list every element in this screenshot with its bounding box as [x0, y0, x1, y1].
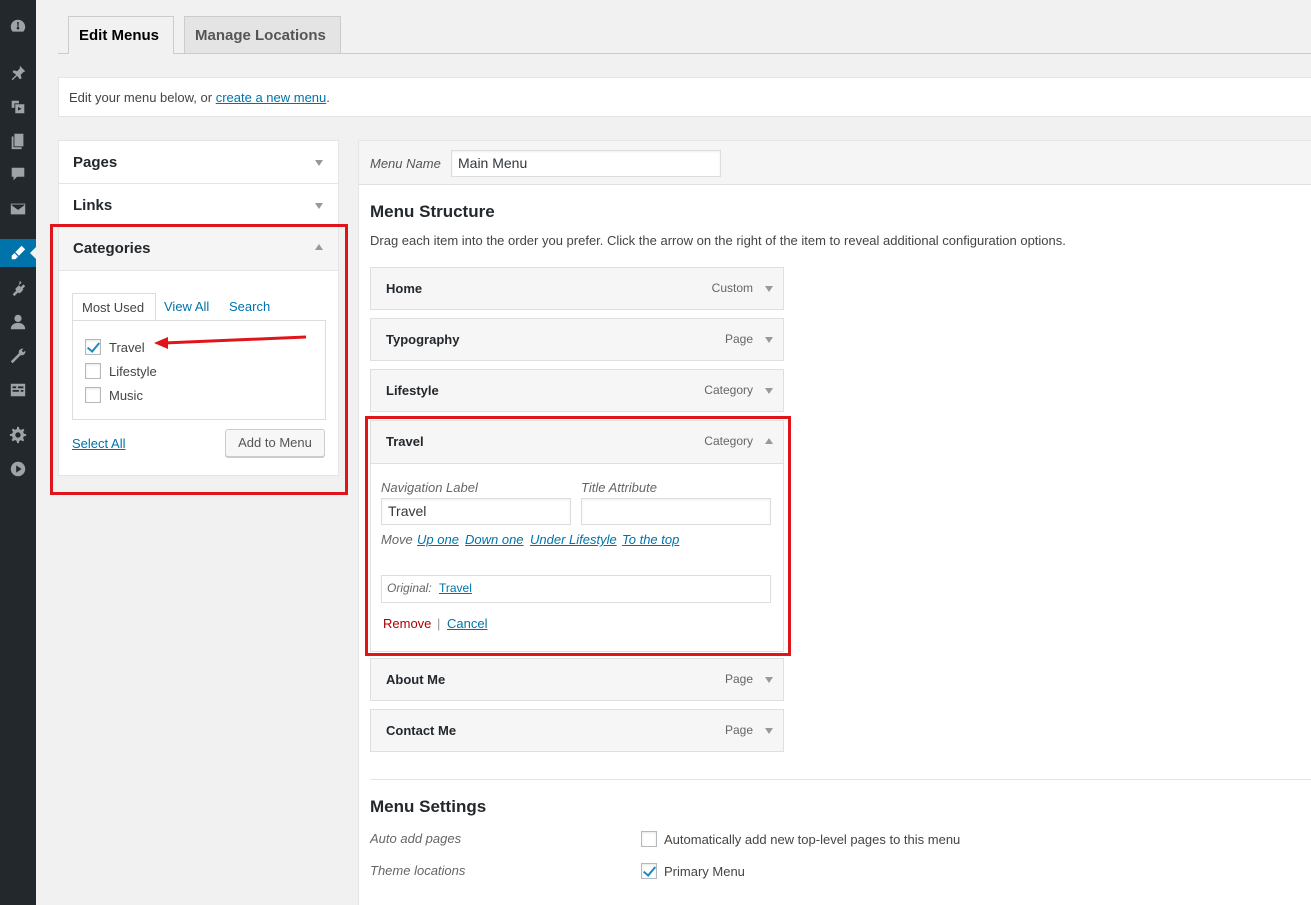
annotation-box-travel-item [365, 416, 791, 656]
dashboard-icon[interactable] [0, 12, 36, 40]
menu-item-title: Home [386, 281, 423, 296]
menu-item-type: Page [724, 332, 753, 346]
appearance-icon[interactable] [0, 239, 36, 267]
chevron-down-icon[interactable] [765, 388, 773, 394]
auto-add-pages-option[interactable]: Automatically add new top-level pages to… [641, 831, 960, 847]
play-icon[interactable] [0, 455, 36, 483]
menu-item-type: Category [704, 383, 753, 397]
annotation-box-categories [50, 224, 348, 495]
tab-manage-locations[interactable]: Manage Locations [184, 16, 341, 53]
menu-item-type: Custom [711, 281, 753, 295]
settings-alt-icon[interactable] [0, 376, 36, 404]
menu-item-type: Page [724, 672, 753, 686]
media-icon[interactable] [0, 93, 36, 121]
menu-name-header: Menu Name Main Menu [359, 141, 1311, 185]
users-icon[interactable] [0, 308, 36, 336]
menu-structure-title: Menu Structure [370, 202, 495, 221]
menu-item-title: About Me [386, 672, 446, 687]
menu-structure-description: Drag each item into the order you prefer… [370, 233, 1066, 248]
chevron-down-icon[interactable] [765, 677, 773, 683]
chevron-down-icon[interactable] [765, 286, 773, 292]
auto-add-pages-label: Auto add pages [370, 831, 462, 846]
menu-settings-title: Menu Settings [370, 797, 487, 816]
auto-add-pages-checkbox[interactable] [641, 831, 657, 847]
chevron-down-icon[interactable] [765, 728, 773, 734]
menu-name-label: Menu Name [370, 156, 441, 171]
accordion-pages[interactable]: Pages [59, 141, 338, 184]
chevron-down-icon[interactable] [765, 337, 773, 343]
menu-item-type: Page [724, 723, 753, 737]
accordion-pages-title: Pages [73, 154, 118, 171]
chevron-down-icon [315, 160, 323, 166]
primary-menu-checkbox[interactable] [641, 863, 657, 879]
accordion-links[interactable]: Links [59, 184, 338, 227]
primary-menu-text: Primary Menu [664, 863, 745, 879]
menu-item-title: Typography [386, 332, 460, 347]
menu-item-about-me[interactable]: About Me Page [370, 658, 784, 701]
create-new-menu-link[interactable]: create a new menu [216, 90, 327, 105]
pages-icon[interactable] [0, 127, 36, 155]
menu-item-title: Lifestyle [386, 383, 439, 398]
primary-menu-option[interactable]: Primary Menu [641, 863, 745, 879]
menu-item-typography[interactable]: Typography Page [370, 318, 784, 361]
comments-icon[interactable] [0, 160, 36, 188]
menu-item-contact-me[interactable]: Contact Me Page [370, 709, 784, 752]
menu-item-title: Contact Me [386, 723, 457, 738]
notice-text: Edit your menu below, or [69, 90, 216, 105]
accordion-links-title: Links [73, 197, 113, 214]
pin-icon[interactable] [0, 59, 36, 87]
chevron-down-icon [315, 203, 323, 209]
settings-icon[interactable] [0, 421, 36, 449]
tab-edit-menus[interactable]: Edit Menus [68, 16, 174, 54]
menu-name-input[interactable]: Main Menu [451, 150, 721, 177]
menu-item-home[interactable]: Home Custom [370, 267, 784, 310]
annotation-arrow-icon [154, 335, 307, 349]
mail-icon[interactable] [0, 195, 36, 223]
auto-add-pages-text: Automatically add new top-level pages to… [664, 831, 961, 847]
menu-item-lifestyle[interactable]: Lifestyle Category [370, 369, 784, 412]
tools-icon[interactable] [0, 342, 36, 370]
section-divider [370, 779, 1311, 780]
plugins-icon[interactable] [0, 274, 36, 302]
notice-suffix: . [326, 90, 330, 105]
theme-locations-label: Theme locations [370, 863, 466, 878]
menu-notice: Edit your menu below, or create a new me… [58, 77, 1311, 117]
admin-sidebar [0, 0, 36, 905]
